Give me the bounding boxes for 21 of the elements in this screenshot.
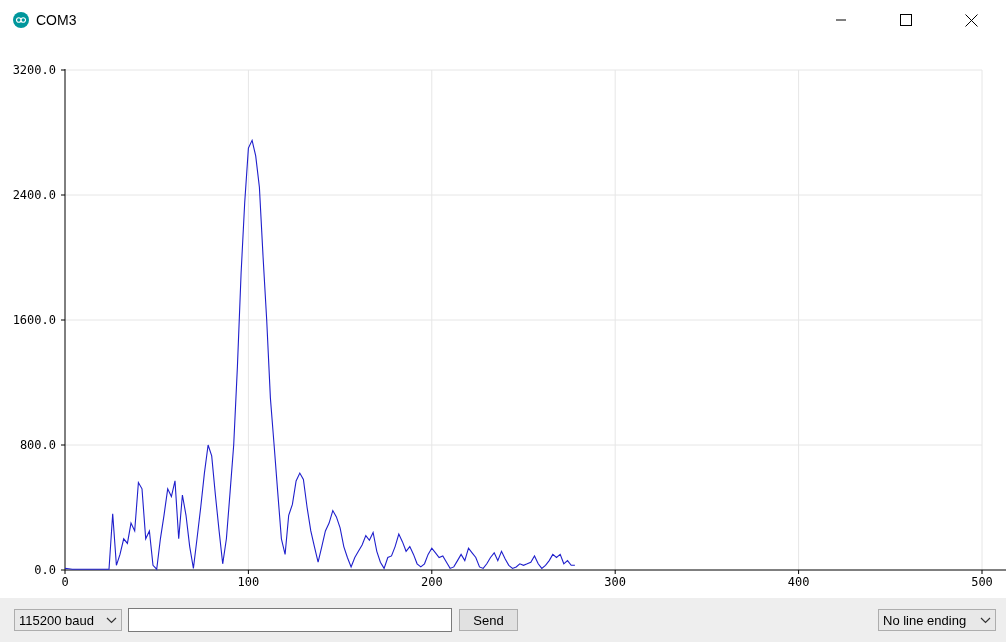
axis-label: 500 — [971, 575, 993, 589]
window-title: COM3 — [36, 12, 78, 28]
send-button[interactable]: Send — [459, 609, 518, 631]
axis-label: 1600.0 — [12, 313, 56, 327]
axis-label: 200 — [420, 575, 443, 589]
message-input-field[interactable] — [128, 608, 452, 632]
axis-label: 100 — [237, 575, 260, 589]
axis-label: 2400.0 — [12, 188, 56, 202]
axis-label: 300 — [604, 575, 627, 589]
baud-rate-dropdown[interactable]: 115200 baud — [14, 609, 122, 631]
axis-label: 400 — [787, 575, 810, 589]
caret-icon — [106, 616, 117, 624]
caret-icon — [980, 616, 991, 624]
axis-label: 800.0 — [19, 438, 56, 452]
app-logo-icon — [13, 12, 29, 28]
axis-label: 3200.0 — [12, 63, 56, 77]
axis-label: 0.0 — [34, 563, 56, 577]
line-ending-dropdown[interactable]: No line ending — [878, 609, 996, 631]
axis-label: 0 — [61, 575, 69, 589]
close-icon — [964, 13, 978, 27]
maximize-icon — [900, 14, 912, 26]
